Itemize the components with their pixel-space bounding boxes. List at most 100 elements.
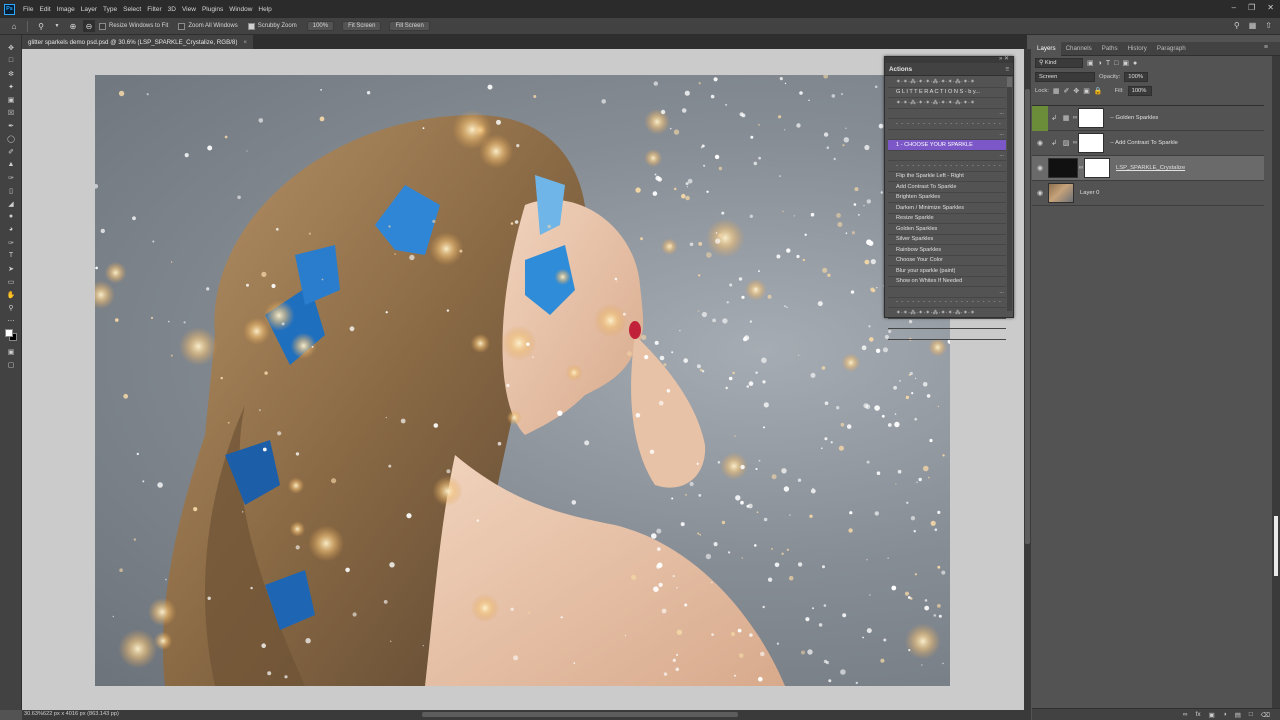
tab-paragraph[interactable]: Paragraph xyxy=(1152,42,1191,56)
action-row[interactable]: 1 - CHOOSE YOUR SPARKLE xyxy=(888,140,1006,151)
frame-tool-icon[interactable]: ☒ xyxy=(0,106,22,119)
layer-row[interactable]: ◉ Layer 0 xyxy=(1032,181,1264,206)
tab-history[interactable]: History xyxy=(1123,42,1152,56)
menu-file[interactable]: File xyxy=(20,6,36,13)
home-icon[interactable]: ⌂ xyxy=(8,20,20,32)
action-row[interactable]: ... xyxy=(888,130,1006,140)
more-icon[interactable]: ... xyxy=(999,110,1004,116)
menu-window[interactable]: Window xyxy=(226,6,255,13)
crop-tool-icon[interactable]: ▣ xyxy=(0,93,22,106)
menu-plugins[interactable]: Plugins xyxy=(199,6,226,13)
layer-thumbnail[interactable] xyxy=(1048,158,1078,178)
visibility-toggle[interactable] xyxy=(1032,105,1048,131)
horizontal-scrollbar[interactable] xyxy=(22,710,1031,720)
menu-view[interactable]: View xyxy=(179,6,199,13)
adjustment-layer-icon[interactable]: ◑ xyxy=(1223,711,1227,718)
zoom-out-icon[interactable]: ⊖ xyxy=(83,20,95,32)
minimize-icon[interactable]: – xyxy=(1232,3,1236,12)
shape-tool-icon[interactable]: ▭ xyxy=(0,275,22,288)
action-row[interactable]: ✶·✴·⁂·✶·✴·⁂·✶·✴·⁂·✶·✴ xyxy=(888,308,1006,319)
more-icon[interactable]: ... xyxy=(999,131,1004,137)
action-row[interactable]: Choose Your Color xyxy=(888,256,1006,266)
eyedropper-tool-icon[interactable]: ✒ xyxy=(0,119,22,132)
share-icon[interactable]: ⇧ xyxy=(1265,21,1272,30)
stamp-tool-icon[interactable]: ▲ xyxy=(0,158,22,171)
layer-name[interactable]: -- Golden Sparkles xyxy=(1110,115,1158,121)
lock-transparent-icon[interactable]: ▦ xyxy=(1053,87,1060,95)
menu-help[interactable]: Help xyxy=(255,6,274,13)
scrubby-zoom-option[interactable]: Scrubby Zoom xyxy=(247,22,297,30)
group-icon[interactable]: ▤ xyxy=(1235,711,1241,719)
fill-input[interactable]: 100% xyxy=(1127,86,1152,96)
menu-image[interactable]: Image xyxy=(54,6,78,13)
action-row[interactable]: ... xyxy=(888,319,1006,329)
close-tab-icon[interactable]: × xyxy=(243,39,247,46)
dodge-tool-icon[interactable]: ◕ xyxy=(0,223,22,236)
action-row[interactable]: ✶·✴·⁂·✶·✴·⁂·✶·✴·⁂·✶·✴ xyxy=(888,77,1006,88)
blend-mode-select[interactable]: Screen xyxy=(1035,72,1095,82)
document-image[interactable] xyxy=(95,75,950,686)
pen-tool-icon[interactable]: ✑ xyxy=(0,236,22,249)
tab-layers[interactable]: Layers xyxy=(1032,41,1061,56)
layer-name[interactable]: LSP_SPARKLE_Crystalize xyxy=(1116,165,1185,171)
eye-icon[interactable]: ◉ xyxy=(1032,181,1048,206)
actions-scrollbar[interactable] xyxy=(1007,77,1012,311)
magic-wand-tool-icon[interactable]: ✦ xyxy=(0,80,22,93)
blur-tool-icon[interactable]: ● xyxy=(0,210,22,223)
fill-screen-button[interactable]: Fill Screen xyxy=(389,21,430,31)
lock-all-icon[interactable]: 🔒 xyxy=(1094,87,1103,95)
vertical-scroll-thumb[interactable] xyxy=(1025,89,1030,544)
zoom-in-icon[interactable]: ⊕ xyxy=(67,20,79,32)
zoom-tool-icon[interactable]: ⚲ xyxy=(35,20,47,32)
action-row[interactable]: Rainbow Sparkles xyxy=(888,245,1006,256)
canvas-area[interactable] xyxy=(22,49,1024,710)
action-row[interactable]: Add Contrast To Sparkle xyxy=(888,182,1006,193)
lock-position-icon[interactable]: ✥ xyxy=(1073,87,1079,95)
opacity-input[interactable]: 100% xyxy=(1124,72,1149,82)
marquee-tool-icon[interactable]: □ xyxy=(0,54,22,67)
foreground-color-swatch[interactable] xyxy=(5,329,13,337)
dock-scroll-thumb[interactable] xyxy=(1274,516,1278,576)
vertical-scrollbar[interactable] xyxy=(1024,49,1031,710)
actions-panel-header[interactable]: Actions ≡ xyxy=(885,63,1013,76)
action-row[interactable]: Golden Sparkles xyxy=(888,224,1006,235)
quick-mask-icon[interactable]: ▣ xyxy=(0,345,22,358)
action-row[interactable]: - - - - - - - - - - - - - - - - - - - - xyxy=(888,161,1006,172)
action-row[interactable]: - - - - - - - - - - - - - - - - - - - - xyxy=(888,298,1006,308)
layer-mask-thumbnail[interactable] xyxy=(1078,133,1104,153)
fx-icon[interactable]: fx xyxy=(1196,711,1201,718)
fit-screen-button[interactable]: Fit Screen xyxy=(342,21,382,31)
brush-tool-icon[interactable]: ✐ xyxy=(0,145,22,158)
history-brush-icon[interactable]: ✑ xyxy=(0,171,22,184)
layer-thumbnail[interactable] xyxy=(1048,183,1074,203)
path-select-icon[interactable]: ➤ xyxy=(0,262,22,275)
layer-name[interactable]: -- Add Contrast To Sparkle xyxy=(1110,140,1178,146)
resize-windows-option[interactable]: Resize Windows to Fit xyxy=(99,22,168,30)
scrubby-zoom-checkbox[interactable] xyxy=(247,22,255,30)
menu-3d[interactable]: 3D xyxy=(165,6,179,13)
panel-menu-icon[interactable]: ≡ xyxy=(1264,44,1268,51)
layer-kind-filter[interactable]: ⚲ Kind xyxy=(1035,58,1083,68)
menu-edit[interactable]: Edit xyxy=(36,6,53,13)
layer-mask-thumbnail[interactable] xyxy=(1078,108,1104,128)
pixel-filter-icon[interactable]: ▣ xyxy=(1087,59,1094,67)
lasso-tool-icon[interactable]: ✼ xyxy=(0,67,22,80)
move-tool-icon[interactable]: ✥ xyxy=(0,41,22,54)
more-icon[interactable]: ... xyxy=(999,320,1004,326)
menu-layer[interactable]: Layer xyxy=(78,6,100,13)
zoom-tool-icon[interactable]: ⚲ xyxy=(0,301,22,314)
action-row[interactable]: ... xyxy=(888,287,1006,298)
more-icon[interactable]: ... xyxy=(999,331,1004,337)
close-icon[interactable]: ✕ xyxy=(1267,3,1274,12)
healing-brush-icon[interactable]: ◯ xyxy=(0,132,22,145)
eraser-tool-icon[interactable]: ▯ xyxy=(0,184,22,197)
tab-channels[interactable]: Channels xyxy=(1061,42,1097,56)
type-tool-icon[interactable]: T xyxy=(0,249,22,262)
color-swatches[interactable] xyxy=(0,327,21,345)
add-mask-icon[interactable]: ▣ xyxy=(1209,711,1215,719)
collapse-icon[interactable]: » ✕ xyxy=(999,55,1009,62)
eye-icon[interactable]: ◉ xyxy=(1032,156,1048,181)
menu-filter[interactable]: Filter xyxy=(144,6,164,13)
shape-filter-icon[interactable]: □ xyxy=(1114,60,1118,67)
delete-layer-icon[interactable]: ⌫ xyxy=(1261,711,1270,719)
